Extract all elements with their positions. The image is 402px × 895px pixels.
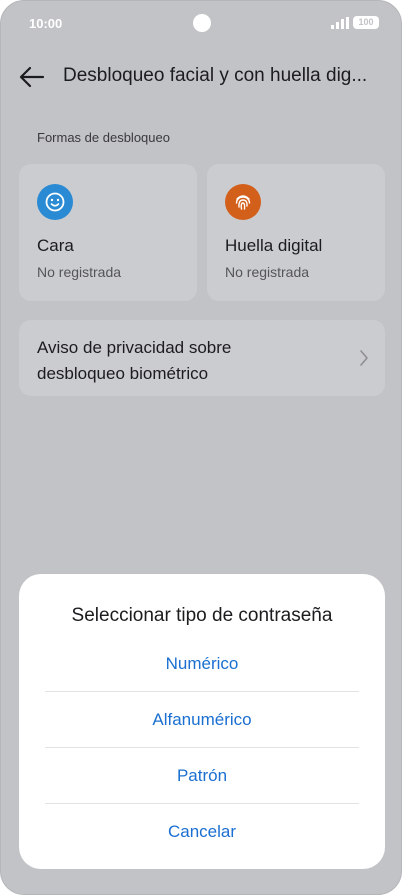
back-arrow-icon[interactable] <box>17 63 47 91</box>
phone-screen: 10:00 100 Desbloqueo facial y con huella… <box>0 0 402 895</box>
fingerprint-card-title: Huella digital <box>225 236 323 255</box>
face-card-title: Cara <box>37 236 74 255</box>
face-unlock-card[interactable]: Cara No registrada <box>19 164 197 301</box>
face-smile-icon <box>37 184 73 220</box>
chevron-right-icon <box>360 350 368 366</box>
header: Desbloqueo facial y con huella dig... <box>1 57 401 97</box>
fingerprint-card-status: No registrada <box>225 264 310 280</box>
status-time: 10:00 <box>29 16 63 31</box>
privacy-notice-text: Aviso de privacidad sobre desbloqueo bio… <box>37 335 337 387</box>
option-alphanumeric[interactable]: Alfanumérico <box>45 692 359 748</box>
option-numeric[interactable]: Numérico <box>45 636 359 692</box>
signal-icon <box>331 17 349 29</box>
battery-icon: 100 <box>353 16 379 29</box>
page-title: Desbloqueo facial y con huella dig... <box>63 65 368 86</box>
sheet-title: Seleccionar tipo de contraseña <box>71 605 333 626</box>
privacy-notice-row[interactable]: Aviso de privacidad sobre desbloqueo bio… <box>19 320 385 396</box>
password-type-sheet: Seleccionar tipo de contraseña Numérico … <box>19 574 385 869</box>
camera-cutout <box>193 14 211 32</box>
option-pattern[interactable]: Patrón <box>45 748 359 804</box>
status-bar: 10:00 100 <box>1 1 401 45</box>
fingerprint-icon <box>225 184 261 220</box>
face-card-status: No registrada <box>37 264 122 280</box>
section-title: Formas de desbloqueo <box>37 130 170 145</box>
privacy-line-2: desbloqueo biométrico <box>37 364 209 383</box>
privacy-line-1: Aviso de privacidad sobre <box>37 338 232 357</box>
cancel-button[interactable]: Cancelar <box>45 804 359 860</box>
fingerprint-unlock-card[interactable]: Huella digital No registrada <box>207 164 385 301</box>
